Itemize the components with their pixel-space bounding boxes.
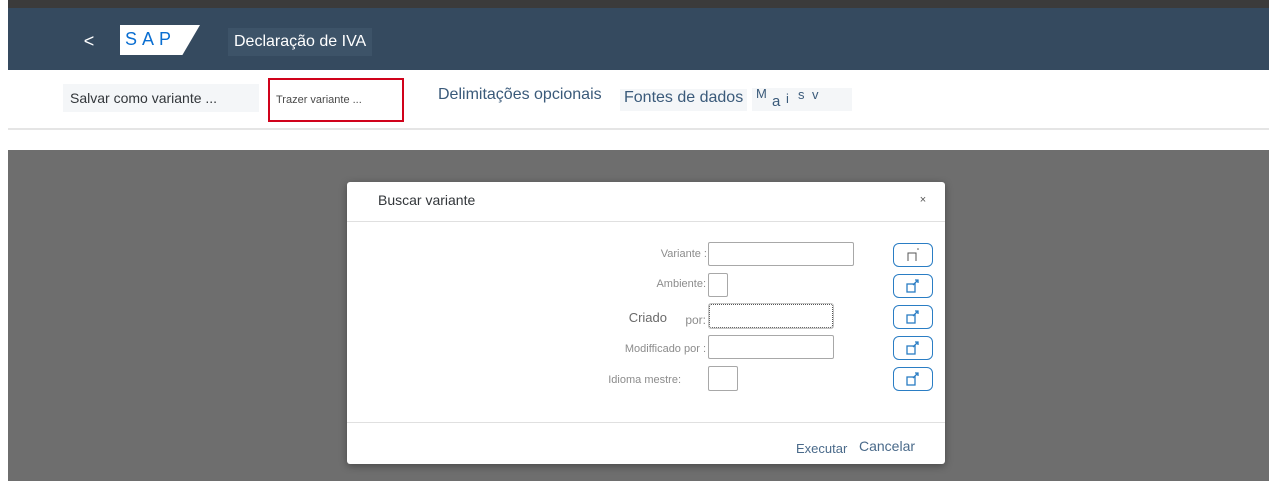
app-title: Declaração de IVA <box>228 28 373 56</box>
shell-bar: < SAP Declaração de IVA <box>8 8 1269 70</box>
execute-button[interactable]: Executar <box>796 441 847 456</box>
created-by-label-suffix: por: <box>685 313 706 327</box>
dialog-footer: Executar Cancelar <box>347 422 945 464</box>
top-border <box>8 0 1269 8</box>
environment-field[interactable] <box>708 273 728 297</box>
search-variant-dialog: Buscar variante × Variante : Ambiente: C… <box>347 182 945 464</box>
optional-delimitations-button[interactable]: Delimitações opcionais <box>438 86 602 104</box>
save-as-variant-button[interactable]: Salvar como variante ... <box>63 84 259 112</box>
data-sources-button[interactable]: Fontes de dados <box>620 89 748 111</box>
dialog-header: Buscar variante × <box>347 182 945 222</box>
back-button[interactable]: < <box>74 26 104 56</box>
variant-label: Variante : <box>660 248 707 260</box>
created-by-value-help-button[interactable] <box>893 305 933 329</box>
variant-field[interactable] <box>708 242 854 266</box>
more-button[interactable]: M a i s v <box>752 86 852 111</box>
more-label-part: v <box>812 87 819 102</box>
value-help-icon <box>907 248 919 261</box>
get-variant-button[interactable]: Trazer variante ... <box>268 78 404 122</box>
value-help-icon <box>906 341 919 355</box>
more-label-part: i <box>786 91 789 106</box>
more-label-part: a <box>772 93 781 110</box>
master-language-value-help-button[interactable] <box>893 367 933 391</box>
dialog-title: Buscar variante <box>378 192 476 208</box>
more-label-part: s <box>798 87 805 102</box>
created-by-label: Criado <box>628 310 667 325</box>
value-help-icon <box>906 310 919 324</box>
close-icon[interactable]: × <box>913 190 933 210</box>
toolbar: Salvar como variante ... Trazer variante… <box>8 70 1269 128</box>
sap-logo[interactable]: SAP <box>120 25 200 55</box>
toolbar-divider <box>8 128 1269 130</box>
environment-value-help-button[interactable] <box>893 274 933 298</box>
environment-label: Ambiente: <box>656 278 706 290</box>
master-language-label: Idioma mestre: <box>608 374 681 386</box>
modified-by-label: Modifficado por : <box>624 343 706 355</box>
cancel-button[interactable]: Cancelar <box>859 438 915 454</box>
modified-by-field[interactable] <box>708 335 834 359</box>
logo-text: SAP <box>125 29 177 49</box>
variant-value-help-button[interactable] <box>893 243 933 267</box>
value-help-icon <box>906 372 919 386</box>
created-by-field[interactable] <box>708 303 834 329</box>
more-label-part: M <box>756 86 767 101</box>
value-help-icon <box>906 279 919 293</box>
modified-by-value-help-button[interactable] <box>893 336 933 360</box>
master-language-field[interactable] <box>708 366 738 391</box>
